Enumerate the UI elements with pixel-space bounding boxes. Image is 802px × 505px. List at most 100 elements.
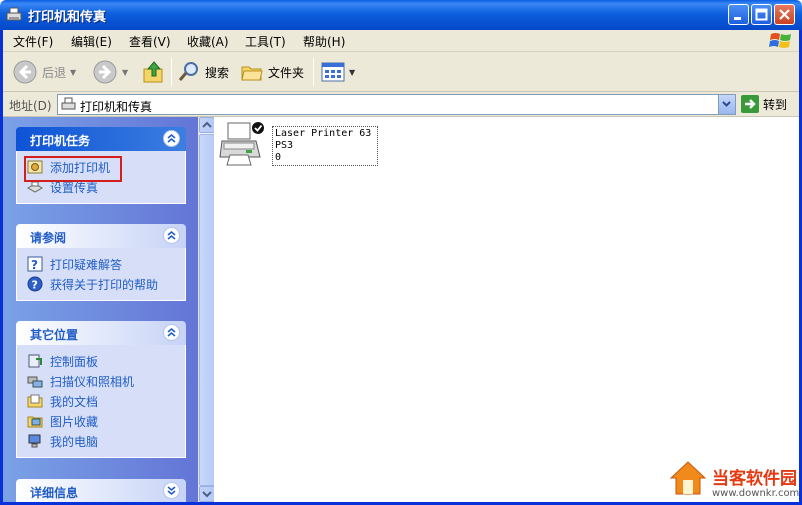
link-print-troubleshoot[interactable]: ? 打印疑难解答	[27, 254, 185, 274]
search-icon	[178, 62, 198, 81]
link-my-computer[interactable]: 我的电脑	[27, 431, 185, 451]
close-button[interactable]	[774, 4, 795, 25]
chevron-up-double-icon	[167, 133, 176, 143]
link-print-help[interactable]: ? 获得关于打印的帮助	[27, 274, 185, 294]
panel-see-also: 请参阅 ? 打印疑难解答 ? 获得关于打印的帮助	[16, 224, 186, 301]
views-icon	[321, 62, 345, 82]
menu-file[interactable]: 文件(F)	[13, 33, 53, 50]
minimize-button[interactable]	[728, 4, 749, 25]
toolbar: 后退 ▼ ▼ 搜索 文件夹 ▼	[0, 52, 802, 92]
back-label: 后退	[42, 65, 67, 80]
panel-body: ? 打印疑难解答 ? 获得关于打印的帮助	[16, 248, 186, 301]
panel-header[interactable]: 其它位置	[16, 321, 186, 345]
help-question-icon: ?	[27, 256, 43, 272]
panel-title: 其它位置	[30, 328, 79, 342]
menu-view[interactable]: 查看(V)	[129, 33, 171, 50]
go-button[interactable]: 转到	[741, 95, 787, 113]
printer-status: 0	[275, 152, 282, 163]
panel-title: 详细信息	[30, 486, 79, 500]
printer-name: Laser Printer 63 PS3 0	[272, 126, 378, 166]
printer-icon	[219, 122, 264, 166]
watermark-site-name: 当客软件园	[712, 469, 797, 489]
link-control-panel[interactable]: 控制面板	[27, 351, 185, 371]
help-circle-icon: ?	[27, 276, 43, 292]
maximize-icon	[755, 8, 768, 21]
forward-button[interactable]: ▼	[92, 58, 128, 86]
task-pane-scrollbar[interactable]	[198, 117, 215, 502]
chevron-up-double-icon	[167, 230, 176, 240]
search-button[interactable]: 搜索	[177, 58, 229, 86]
menu-bar: 文件(F) 编辑(E) 查看(V) 收藏(A) 工具(T) 帮助(H)	[0, 30, 802, 52]
panel-header[interactable]: 详细信息	[16, 479, 186, 503]
window-title: 打印机和传真	[28, 10, 107, 25]
forward-dropdown-icon[interactable]: ▼	[122, 68, 128, 77]
control-panel-icon	[28, 354, 42, 368]
go-arrow-icon	[741, 95, 759, 113]
address-input[interactable]: 打印机和传真	[57, 94, 736, 115]
back-arrow-icon	[13, 60, 37, 84]
link-my-documents[interactable]: 我的文档	[27, 391, 185, 411]
svg-text:?: ?	[31, 258, 38, 272]
go-label: 转到	[763, 97, 788, 112]
printer-name-line2: PS3	[275, 140, 294, 151]
title-bar[interactable]: 打印机和传真	[0, 0, 802, 30]
address-dropdown-button[interactable]	[718, 95, 735, 114]
house-logo-icon	[669, 461, 707, 495]
collapse-button[interactable]	[163, 227, 180, 244]
chevron-down-icon	[722, 101, 731, 107]
address-value: 打印机和传真	[80, 100, 153, 114]
panel-title: 打印机任务	[30, 134, 91, 148]
folders-button[interactable]: 文件夹	[240, 58, 304, 86]
chevron-up-icon	[202, 121, 212, 128]
chevron-down-icon	[202, 491, 212, 498]
my-computer-icon	[28, 434, 41, 448]
link-my-pictures[interactable]: 图片收藏	[27, 411, 185, 431]
menu-edit[interactable]: 编辑(E)	[71, 33, 112, 50]
printer-fax-icon	[6, 7, 22, 21]
back-button[interactable]: 后退 ▼	[12, 58, 76, 86]
my-pictures-icon	[27, 416, 43, 428]
printer-fax-icon	[61, 97, 76, 110]
views-button[interactable]: ▼	[321, 58, 355, 86]
expand-button[interactable]	[163, 482, 180, 499]
menu-help[interactable]: 帮助(H)	[303, 33, 345, 50]
panel-body: 控制面板 扫描仪和照相机 我的文档 图片收藏 我的电脑	[16, 345, 186, 458]
scroll-thumb[interactable]	[199, 134, 215, 486]
chevron-up-double-icon	[167, 327, 176, 337]
forward-arrow-icon	[93, 60, 117, 84]
folders-label: 文件夹	[268, 65, 305, 80]
menu-tools[interactable]: 工具(T)	[245, 33, 286, 50]
highlight-box	[24, 156, 122, 182]
address-bar: 地址(D) 打印机和传真 转到	[0, 92, 802, 117]
printer-name-line1: Laser Printer 63	[275, 128, 372, 139]
search-label: 搜索	[205, 65, 230, 80]
collapse-button[interactable]	[163, 324, 180, 341]
printer-list: Laser Printer 63 PS3 0 当客软件园 www.downkr.…	[214, 117, 800, 502]
views-dropdown-icon[interactable]: ▼	[349, 68, 355, 77]
link-scanners-cameras[interactable]: 扫描仪和照相机	[27, 371, 185, 391]
close-icon	[779, 9, 790, 20]
panel-header[interactable]: 请参阅	[16, 224, 186, 248]
back-dropdown-icon[interactable]: ▼	[70, 68, 76, 77]
up-folder-button[interactable]	[142, 58, 166, 86]
up-folder-icon	[143, 61, 163, 83]
minimize-icon	[734, 17, 741, 20]
scroll-up-button[interactable]	[199, 117, 215, 133]
panel-title: 请参阅	[30, 231, 67, 245]
chevron-down-double-icon	[167, 486, 176, 496]
svg-text:?: ?	[32, 279, 38, 292]
scanner-camera-icon	[27, 376, 43, 388]
maximize-button[interactable]	[751, 4, 772, 25]
menu-favorites[interactable]: 收藏(A)	[187, 33, 229, 50]
panel-details: 详细信息	[16, 479, 186, 503]
windows-logo-icon	[769, 33, 791, 48]
watermark-url: www.downkr.com	[712, 488, 800, 499]
address-label: 地址(D)	[9, 99, 52, 113]
folders-icon	[241, 66, 263, 81]
scroll-down-button[interactable]	[199, 486, 215, 502]
collapse-button[interactable]	[163, 130, 180, 147]
panel-other-places: 其它位置 控制面板 扫描仪和照相机 我的文档 图片收藏 我的电脑	[16, 321, 186, 458]
printer-item[interactable]: Laser Printer 63 PS3 0	[218, 119, 378, 169]
panel-header[interactable]: 打印机任务	[16, 127, 186, 151]
watermark: 当客软件园 www.downkr.com	[668, 458, 802, 502]
